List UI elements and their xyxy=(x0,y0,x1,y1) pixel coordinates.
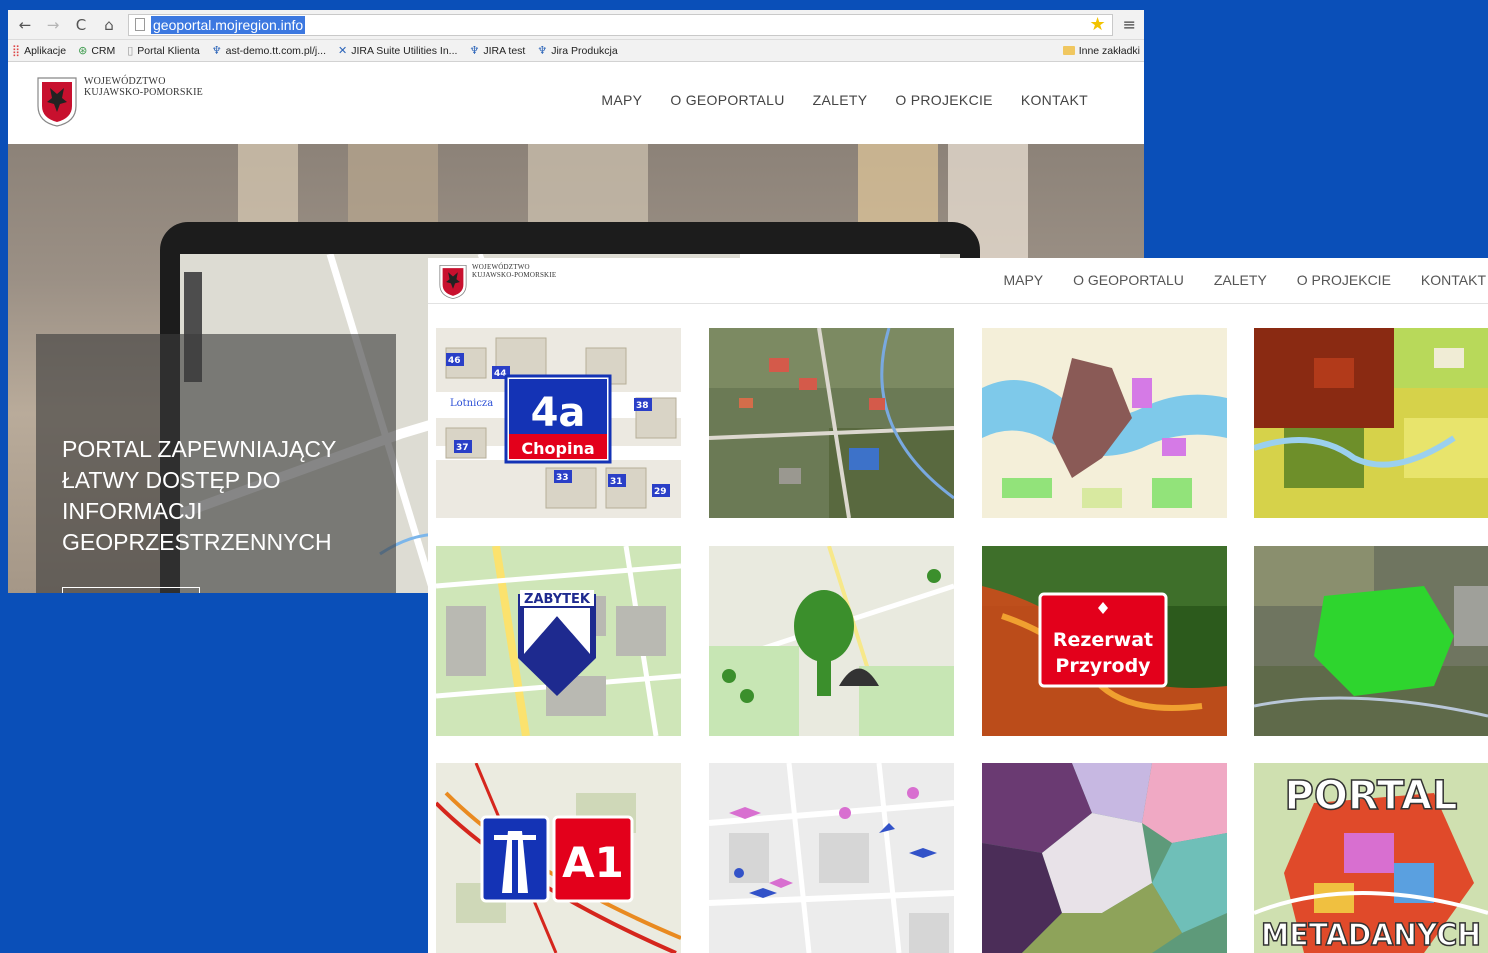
tile-soil-map[interactable] xyxy=(1254,328,1488,518)
tile-districts-map[interactable] xyxy=(982,763,1227,953)
front-nav: MAPY O GEOPORTALU ZALETY O PROJEKCIE KON… xyxy=(1003,272,1486,288)
bookmark-crm[interactable]: ⊛ CRM xyxy=(78,44,115,57)
bookmark-label: Portal Klienta xyxy=(137,44,200,57)
svg-text:46: 46 xyxy=(448,356,461,366)
site-logo[interactable]: WOJEWÓDZTWO KUJAWSKO-POMORSKIE xyxy=(36,76,203,128)
street-label-lotnicza: Lotnicza xyxy=(450,398,493,409)
address-bar-row: ← → C ⌂ geoportal.mojregion.info ★ ≡ xyxy=(8,10,1144,40)
other-bookmarks[interactable]: Inne zakładki xyxy=(1062,44,1140,57)
logo-line-1: WOJEWÓDZTWO xyxy=(84,76,166,87)
bookmark-label: Aplikacje xyxy=(24,44,67,57)
tile-schools-map[interactable] xyxy=(709,763,954,953)
bookmarks-bar: ⣿ Aplikacje ⊛ CRM ▯ Portal Klienta ♆ ast… xyxy=(8,40,1144,62)
url-text[interactable]: geoportal.mojregion.info xyxy=(151,15,306,34)
portal-title: PORTAL xyxy=(1285,773,1458,819)
nav-o-projekcie[interactable]: O PROJEKCIE xyxy=(895,92,992,108)
nav-o-geoportalu[interactable]: O GEOPORTALU xyxy=(1073,272,1184,288)
folder-icon xyxy=(1062,46,1075,55)
hero-title: PORTAL ZAPEWNIAJĄCY ŁATWY DOSTĘP DO INFO… xyxy=(62,436,336,555)
back-arrow-icon[interactable]: ← xyxy=(16,16,34,34)
page-icon: ▯ xyxy=(127,44,134,57)
tile-orthophoto[interactable] xyxy=(709,328,954,518)
svg-text:37: 37 xyxy=(456,443,469,453)
jira-icon: ♆ xyxy=(211,44,222,57)
tile-nature-map[interactable] xyxy=(709,546,954,736)
bookmark-label: Jira Produkcja xyxy=(551,44,618,57)
jira-icon: ♆ xyxy=(537,44,548,57)
reload-icon[interactable]: C xyxy=(72,16,90,34)
street-name-sign: Chopina xyxy=(521,439,594,458)
url-input[interactable]: geoportal.mojregion.info ★ xyxy=(128,13,1113,36)
coat-of-arms-icon xyxy=(439,264,467,300)
coat-of-arms-icon xyxy=(37,77,77,127)
bookmark-jira-produkcja[interactable]: ♆ Jira Produkcja xyxy=(537,44,617,57)
svg-text:31: 31 xyxy=(610,477,623,487)
front-page-screenshot: WOJEWÓDZTWO KUJAWSKO-POMORSKIE MAPY O GE… xyxy=(428,258,1488,953)
tile-address-map[interactable]: Lotnicza 46 44 38 37 33 31 29 4a Chopina xyxy=(436,328,681,518)
bookmark-label: ast-demo.tt.com.pl/j... xyxy=(225,44,326,57)
svg-text:29: 29 xyxy=(654,487,667,497)
tile-reserve-map[interactable]: Rezerwat Przyrody xyxy=(982,546,1227,736)
page-icon xyxy=(135,18,145,31)
jira-icon: ♆ xyxy=(469,44,480,57)
menu-icon[interactable]: ≡ xyxy=(1123,15,1136,34)
forward-arrow-icon[interactable]: → xyxy=(44,16,62,34)
apps-grid-icon: ⣿ xyxy=(12,44,21,57)
logo-line-2: KUJAWSKO-POMORSKIE xyxy=(472,270,557,279)
tile-metadata-portal[interactable]: PORTAL METADANYCH xyxy=(1254,763,1488,953)
bookmark-star-icon[interactable]: ★ xyxy=(1089,14,1105,35)
bookmark-jira-suite[interactable]: ✕ JIRA Suite Utilities In... xyxy=(338,44,457,57)
bookmark-portal-klienta[interactable]: ▯ Portal Klienta xyxy=(127,44,200,57)
main-nav: MAPY O GEOPORTALU ZALETY O PROJEKCIE KON… xyxy=(601,92,1088,108)
tile-monument-map[interactable]: ZABYTEK xyxy=(436,546,681,736)
svg-text:33: 33 xyxy=(556,473,569,483)
bookmark-jira-test[interactable]: ♆ JIRA test xyxy=(469,44,525,57)
tile-motorway-map[interactable]: A1 xyxy=(436,763,681,953)
nav-zalety[interactable]: ZALETY xyxy=(1214,272,1267,288)
nav-mapy[interactable]: MAPY xyxy=(1003,272,1043,288)
portal-subtitle: METADANYCH xyxy=(1261,918,1481,953)
svg-text:38: 38 xyxy=(636,401,649,411)
nav-zalety[interactable]: ZALETY xyxy=(813,92,868,108)
site-header: WOJEWÓDZTWO KUJAWSKO-POMORSKIE MAPY O GE… xyxy=(8,62,1144,142)
other-bookmarks-label: Inne zakładki xyxy=(1078,44,1140,57)
nav-mapy[interactable]: MAPY xyxy=(601,92,642,108)
crm-icon: ⊛ xyxy=(78,44,88,57)
home-icon[interactable]: ⌂ xyxy=(100,16,118,34)
bookmark-label: CRM xyxy=(91,44,116,57)
front-logo[interactable]: WOJEWÓDZTWO KUJAWSKO-POMORSKIE xyxy=(438,263,557,300)
motorway-label: A1 xyxy=(562,838,624,887)
bookmark-ast-demo[interactable]: ♆ ast-demo.tt.com.pl/j... xyxy=(212,44,326,57)
address-number-sign: 4a xyxy=(531,390,586,436)
nav-o-projekcie[interactable]: O PROJEKCIE xyxy=(1297,272,1391,288)
bookmark-label: JIRA test xyxy=(483,44,526,57)
reserve-label-2: Przyrody xyxy=(1055,655,1151,677)
nav-kontakt[interactable]: KONTAKT xyxy=(1421,272,1486,288)
nav-o-geoportalu[interactable]: O GEOPORTALU xyxy=(670,92,784,108)
bookmark-aplikacje[interactable]: ⣿ Aplikacje xyxy=(12,44,66,57)
nav-kontakt[interactable]: KONTAKT xyxy=(1021,92,1088,108)
tile-land-use-map[interactable] xyxy=(982,328,1227,518)
logo-line-2: KUJAWSKO-POMORSKIE xyxy=(84,87,203,98)
monument-label: ZABYTEK xyxy=(524,592,591,607)
tile-green-area-map[interactable] xyxy=(1254,546,1488,736)
jira-suite-icon: ✕ xyxy=(338,44,348,57)
hero-button[interactable] xyxy=(62,587,200,593)
reserve-label-1: Rezerwat xyxy=(1053,629,1153,651)
bookmark-label: JIRA Suite Utilities In... xyxy=(351,44,458,57)
front-header: WOJEWÓDZTWO KUJAWSKO-POMORSKIE MAPY O GE… xyxy=(428,258,1488,304)
